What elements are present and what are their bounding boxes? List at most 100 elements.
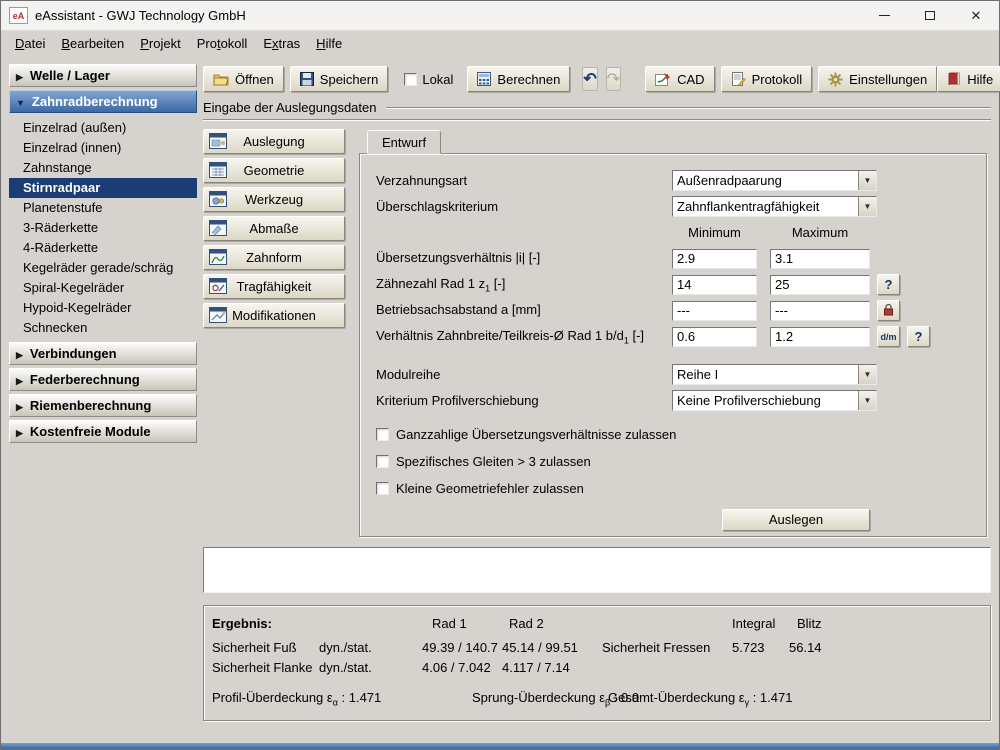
menu-bearbeiten[interactable]: Bearbeiten	[53, 33, 132, 54]
sidebar-item-einzelrad-aussen[interactable]: Einzelrad (außen)	[9, 118, 197, 138]
auslegung-button[interactable]: Auslegung	[203, 129, 345, 154]
checkbox-row-gleiten: Spezifisches Gleiten > 3 zulassen	[376, 451, 970, 472]
uebersetzung-min-input[interactable]	[672, 249, 757, 269]
tragfaehigkeit-button[interactable]: Tragfähigkeit	[203, 274, 345, 299]
minimum-column-header: Minimum	[672, 225, 757, 240]
menubar: Datei Bearbeiten Projekt Protokoll Extra…	[1, 31, 999, 56]
sidebar-item-kegelraeder[interactable]: Kegelräder gerade/schräg	[9, 258, 197, 278]
local-checkbox[interactable]	[404, 73, 417, 86]
result-row-mode: dyn./stat.	[319, 640, 372, 655]
geometriefehler-checkbox[interactable]	[376, 482, 389, 495]
zahnform-icon	[209, 249, 227, 268]
sidebar: Welle / Lager Zahnradberechnung Einzelra…	[9, 64, 197, 739]
save-button[interactable]: Speichern	[290, 66, 389, 92]
sidebar-section-welle-lager[interactable]: Welle / Lager	[9, 64, 197, 87]
geometrie-button[interactable]: Geometrie	[203, 158, 345, 183]
uebersetzung-max-input[interactable]	[770, 249, 870, 269]
sidebar-section-zahnradberechnung[interactable]: Zahnradberechnung	[9, 90, 197, 113]
menu-extras[interactable]: Extras	[255, 33, 308, 54]
maximize-button[interactable]	[907, 1, 953, 30]
zahnform-button[interactable]: Zahnform	[203, 245, 345, 270]
calculator-icon	[477, 72, 491, 86]
chevron-right-icon	[16, 346, 23, 361]
sidebar-item-einzelrad-innen[interactable]: Einzelrad (innen)	[9, 138, 197, 158]
zaehnezahl-help-button[interactable]: ?	[877, 274, 900, 295]
sidebar-item-hypoid-kegelraeder[interactable]: Hypoid-Kegelräder	[9, 298, 197, 318]
modifikationen-button[interactable]: Modifikationen	[203, 303, 345, 328]
sidebar-section-kostenfreie-module[interactable]: Kostenfreie Module	[9, 420, 197, 443]
chevron-down-icon	[858, 391, 876, 410]
cad-button[interactable]: CAD	[645, 66, 714, 92]
modulreihe-label: Modulreihe	[376, 367, 672, 382]
chevron-right-icon	[16, 398, 23, 413]
sidebar-section-federberechnung[interactable]: Federberechnung	[9, 368, 197, 391]
betriebsachsabstand-label: Betriebsachsabstand a [mm]	[376, 302, 672, 320]
protocol-button[interactable]: Protokoll	[721, 66, 813, 92]
chevron-right-icon	[16, 68, 23, 83]
modifikationen-icon	[209, 307, 227, 326]
toolbar: Öffnen Speichern Lokal Berechnen	[203, 64, 991, 94]
achsabstand-min-input[interactable]	[672, 301, 757, 321]
ganzzahlig-checkbox[interactable]	[376, 428, 389, 441]
sidebar-section-verbindungen[interactable]: Verbindungen	[9, 342, 197, 365]
redo-icon	[607, 69, 620, 89]
open-button-label: Öffnen	[235, 72, 274, 87]
window-bottom-border	[1, 743, 999, 749]
menu-projekt[interactable]: Projekt	[132, 33, 188, 54]
results-col-rad1: Rad 1	[432, 616, 467, 631]
entwurf-panel: Verzahnungsart Außenradpaarung Überschla…	[359, 153, 987, 537]
sidebar-item-3-raederkette[interactable]: 3-Räderkette	[9, 218, 197, 238]
tab-entwurf[interactable]: Entwurf	[367, 130, 441, 154]
sidebar-item-4-raederkette[interactable]: 4-Räderkette	[9, 238, 197, 258]
sidebar-item-stirnradpaar[interactable]: Stirnradpaar	[9, 178, 197, 198]
local-checkbox-label: Lokal	[422, 72, 453, 87]
calculate-button[interactable]: Berechnen	[467, 66, 570, 92]
result-value: 4.06 / 7.042	[422, 660, 491, 675]
zahnbreite-help-button[interactable]: ?	[907, 326, 930, 347]
menu-hilfe[interactable]: Hilfe	[308, 33, 350, 54]
auslegen-button[interactable]: Auslegen	[722, 509, 870, 531]
settings-button-label: Einstellungen	[849, 72, 927, 87]
ueberschlagskriterium-select[interactable]: Zahnflankentragfähigkeit	[672, 196, 877, 217]
result-row-name: Sicherheit Flanke	[212, 660, 312, 675]
bd-toggle-button[interactable]: d/m	[877, 326, 900, 347]
app-icon-text: eA	[13, 11, 25, 21]
menu-datei[interactable]: Datei	[7, 33, 53, 54]
chevron-right-icon	[16, 424, 23, 439]
achsabstand-lock-button[interactable]	[877, 300, 900, 321]
open-button[interactable]: Öffnen	[203, 66, 284, 92]
cad-pen-icon	[655, 72, 671, 86]
menu-protokoll[interactable]: Protokoll	[189, 33, 256, 54]
close-button[interactable]	[953, 1, 999, 30]
save-button-label: Speichern	[320, 72, 379, 87]
minimize-button[interactable]	[861, 1, 907, 30]
main-area: Öffnen Speichern Lokal Berechnen	[203, 64, 991, 739]
undo-button[interactable]	[582, 67, 597, 91]
profilverschiebung-select[interactable]: Keine Profilverschiebung	[672, 390, 877, 411]
redo-button[interactable]	[606, 67, 621, 91]
sidebar-item-planetenstufe[interactable]: Planetenstufe	[9, 198, 197, 218]
werkzeug-button[interactable]: Werkzeug	[203, 187, 345, 212]
help-button[interactable]: Hilfe	[937, 66, 1000, 92]
modulreihe-select[interactable]: Reihe I	[672, 364, 877, 385]
verzahnungsart-select[interactable]: Außenradpaarung	[672, 170, 877, 191]
maximize-icon	[925, 11, 935, 20]
sidebar-item-zahnstange[interactable]: Zahnstange	[9, 158, 197, 178]
help-book-icon	[947, 72, 961, 86]
sidebar-item-spiral-kegelraeder[interactable]: Spiral-Kegelräder	[9, 278, 197, 298]
gleiten-checkbox[interactable]	[376, 455, 389, 468]
zaehnezahl-max-input[interactable]	[770, 275, 870, 295]
settings-button[interactable]: Einstellungen	[818, 66, 937, 92]
zahnbreite-max-input[interactable]	[770, 327, 870, 347]
abmasse-button[interactable]: Abmaße	[203, 216, 345, 241]
titlebar: eA eAssistant - GWJ Technology GmbH	[1, 1, 999, 31]
results-col-rad2: Rad 2	[509, 616, 544, 631]
sidebar-section-riemenberechnung[interactable]: Riemenberechnung	[9, 394, 197, 417]
calculate-button-label: Berechnen	[497, 72, 560, 87]
window-controls	[861, 1, 999, 30]
profil-ueberdeckung: Profil-Überdeckung εα : 1.471	[212, 690, 381, 708]
achsabstand-max-input[interactable]	[770, 301, 870, 321]
zaehnezahl-min-input[interactable]	[672, 275, 757, 295]
zahnbreite-min-input[interactable]	[672, 327, 757, 347]
sidebar-item-schnecken[interactable]: Schnecken	[9, 318, 197, 338]
